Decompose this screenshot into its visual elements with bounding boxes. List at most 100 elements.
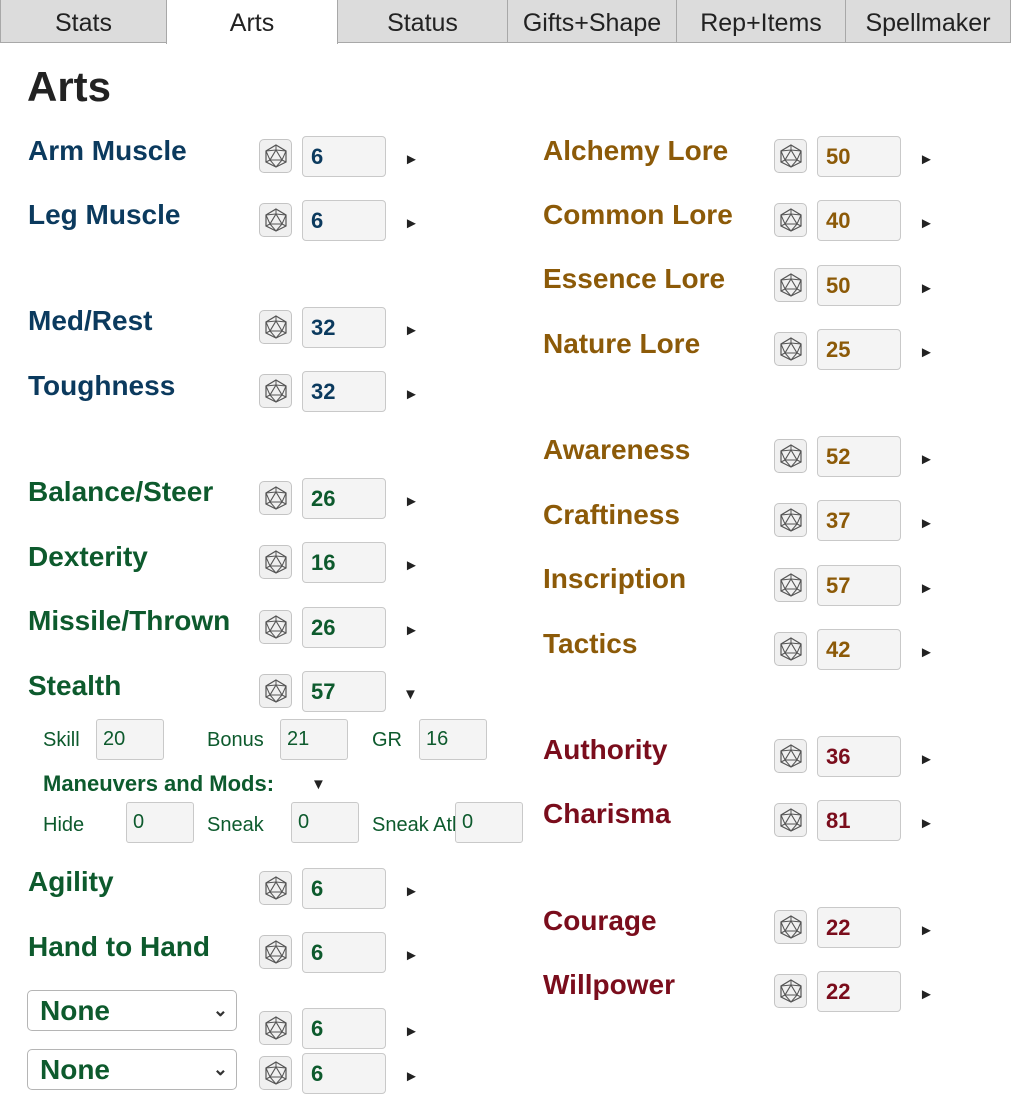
triangle-right-icon[interactable]: ► [919,280,934,298]
triangle-right-icon[interactable]: ► [919,580,934,598]
bonus-input[interactable]: 21 [280,719,348,760]
d20-dice-icon[interactable] [259,1011,292,1045]
skill-label: Missile/Thrown [28,605,231,636]
d20-dice-icon[interactable] [774,439,807,473]
triangle-right-icon[interactable]: ► [919,515,934,533]
triangle-right-icon[interactable]: ► [919,151,934,169]
d20-dice-icon[interactable] [774,503,807,537]
d20-dice-icon[interactable] [259,139,292,173]
tab-gifts-shape[interactable]: Gifts+Shape [507,0,677,43]
skill-value-field[interactable]: 50 [817,136,901,177]
triangle-right-icon[interactable]: ► [404,493,419,511]
triangle-right-icon[interactable]: ► [404,947,419,965]
tab-status[interactable]: Status [337,0,508,43]
d20-dice-icon[interactable] [774,268,807,302]
skill-label: Hand to Hand [28,931,210,962]
triangle-right-icon[interactable]: ► [919,815,934,833]
tab-rep-items[interactable]: Rep+Items [676,0,846,43]
triangle-right-icon[interactable]: ► [404,322,419,340]
d20-dice-icon[interactable] [259,374,292,408]
hide-input[interactable]: 0 [126,802,194,843]
skill-value-field[interactable]: 32 [302,307,386,348]
skill-select[interactable]: None ⌄ [27,1049,237,1090]
d20-dice-icon[interactable] [774,632,807,666]
triangle-right-icon[interactable]: ► [404,1023,419,1041]
triangle-right-icon[interactable]: ► [919,215,934,233]
skill-value-field[interactable]: 32 [302,371,386,412]
d20-dice-icon[interactable] [259,203,292,237]
d20-dice-icon[interactable] [259,310,292,344]
d20-dice-icon[interactable] [774,974,807,1008]
tab-spellmaker[interactable]: Spellmaker [845,0,1011,43]
sneak-input[interactable]: 0 [291,802,359,843]
d20-dice-icon[interactable] [774,568,807,602]
d20-dice-icon[interactable] [259,935,292,969]
d20-dice-icon[interactable] [774,332,807,366]
skill-value-field[interactable]: 26 [302,607,386,648]
skill-label: Tactics [543,628,638,659]
triangle-right-icon[interactable]: ► [404,386,419,404]
skill-value-field[interactable]: 57 [302,671,386,712]
skill-label: Common Lore [543,199,733,230]
triangle-right-icon[interactable]: ► [919,451,934,469]
skill-value-field[interactable]: 16 [302,542,386,583]
d20-dice-icon[interactable] [774,739,807,773]
skill-value-field[interactable]: 6 [302,1053,386,1094]
skill-label: Authority [543,734,668,765]
triangle-right-icon[interactable]: ► [919,751,934,769]
skill-value-field[interactable]: 52 [817,436,901,477]
d20-dice-icon[interactable] [259,610,292,644]
triangle-right-icon[interactable]: ► [404,883,419,901]
skill-value-field[interactable]: 22 [817,971,901,1012]
skill-value-field[interactable]: 37 [817,500,901,541]
skill-value-field[interactable]: 6 [302,200,386,241]
skill-label: Charisma [543,798,671,829]
d20-dice-icon[interactable] [259,871,292,905]
triangle-right-icon[interactable]: ► [919,986,934,1004]
skill-label: Essence Lore [543,263,726,294]
skill-value-field[interactable]: 36 [817,736,901,777]
d20-dice-icon[interactable] [259,481,292,515]
skill-value-field[interactable]: 81 [817,800,901,841]
tab-arts[interactable]: Arts [166,0,338,44]
gr-input[interactable]: 16 [419,719,487,760]
skill-label: Toughness [28,370,176,401]
d20-dice-icon[interactable] [774,803,807,837]
triangle-right-icon[interactable]: ► [404,1068,419,1086]
skill-select[interactable]: None ⌄ [27,990,237,1031]
skill-value-field[interactable]: 22 [817,907,901,948]
triangle-right-icon[interactable]: ► [919,644,934,662]
skill-value-field[interactable]: 6 [302,136,386,177]
triangle-right-icon[interactable]: ► [919,344,934,362]
skill-value-field[interactable]: 40 [817,200,901,241]
skill-value-field[interactable]: 50 [817,265,901,306]
sneak-atk-input[interactable]: 0 [455,802,523,843]
d20-dice-icon[interactable] [774,910,807,944]
skill-input[interactable]: 20 [96,719,164,760]
d20-dice-icon[interactable] [774,203,807,237]
triangle-right-icon[interactable]: ► [919,922,934,940]
page-title: Arts [27,63,112,110]
skill-label: Stealth [28,670,122,701]
triangle-right-icon[interactable]: ► [404,622,419,640]
triangle-down-icon[interactable]: ▼ [311,776,326,794]
d20-dice-icon[interactable] [259,545,292,579]
skill-value-field[interactable]: 57 [817,565,901,606]
skill-label: Arm Muscle [28,135,187,166]
skill-value-field[interactable]: 25 [817,329,901,370]
d20-dice-icon[interactable] [259,674,292,708]
maneuvers-label: Maneuvers and Mods: [43,771,275,796]
skill-value-field[interactable]: 26 [302,478,386,519]
triangle-down-icon[interactable]: ▼ [403,686,418,704]
d20-dice-icon[interactable] [774,139,807,173]
bonus-label: Bonus [207,729,264,751]
skill-value-field[interactable]: 6 [302,868,386,909]
tab-stats[interactable]: Stats [0,0,167,43]
skill-value-field[interactable]: 42 [817,629,901,670]
skill-value-field[interactable]: 6 [302,932,386,973]
triangle-right-icon[interactable]: ► [404,151,419,169]
d20-dice-icon[interactable] [259,1056,292,1090]
skill-value-field[interactable]: 6 [302,1008,386,1049]
triangle-right-icon[interactable]: ► [404,557,419,575]
triangle-right-icon[interactable]: ► [404,215,419,233]
